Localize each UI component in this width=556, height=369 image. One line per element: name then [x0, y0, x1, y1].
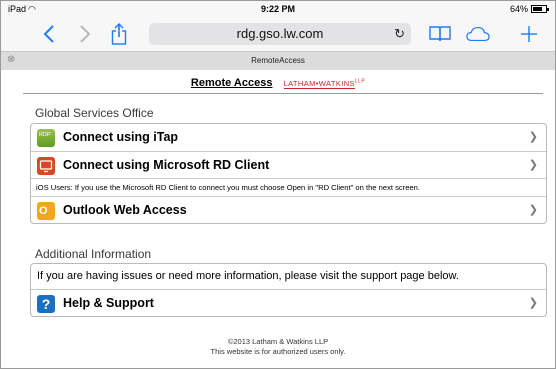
- info-row: If you are having issues or need more in…: [31, 264, 546, 289]
- brand-suffix: LLP: [354, 78, 366, 85]
- footer: ©2013 Latham & Watkins LLP This website …: [1, 337, 555, 357]
- footer-notice: This website is for authorized users onl…: [210, 347, 346, 356]
- list-item-help[interactable]: ? Help & Support ❯: [31, 289, 546, 316]
- list-item-rd-client[interactable]: Connect using Microsoft RD Client ❯: [31, 151, 546, 178]
- list-item-label: Connect using Microsoft RD Client: [63, 158, 270, 172]
- new-tab-icon[interactable]: [517, 22, 541, 46]
- header-divider: [23, 93, 543, 94]
- url-text: rdg.gso.lw.com: [236, 26, 324, 41]
- nav-row: rdg.gso.lw.com ↻: [1, 18, 555, 50]
- ios-note-row: iOS Users: If you use the Microsoft RD C…: [31, 178, 546, 196]
- section-title-additional: Additional Information: [35, 247, 152, 261]
- list-item-label: Help & Support: [63, 296, 154, 310]
- bookmarks-icon[interactable]: [428, 22, 452, 46]
- brand-logo: LATHAM•WATKINSLLP: [283, 78, 366, 89]
- global-services-list: RDP Connect using iTap ❯ Connect using M…: [30, 123, 547, 224]
- brand-name: LATHAM•WATKINS: [283, 79, 355, 89]
- battery-icon: [531, 5, 549, 13]
- chevron-right-icon: ❯: [528, 297, 538, 309]
- ipad-safari-screen: iPad ◠ 9:22 PM 64% rdg.gso.lw.com ↻ ⊗ Re…: [0, 0, 556, 369]
- reload-icon[interactable]: ↻: [394, 26, 405, 42]
- section-title-global: Global Services Office: [35, 106, 154, 120]
- rd-client-icon: [37, 157, 55, 175]
- list-item-label: Connect using iTap: [63, 130, 179, 144]
- back-icon[interactable]: [37, 22, 61, 46]
- share-icon[interactable]: [107, 22, 131, 46]
- web-page: Remote Access LATHAM•WATKINSLLP Global S…: [1, 71, 555, 368]
- ios-note-text: iOS Users: If you use the Microsoft RD C…: [36, 183, 420, 192]
- status-right: 64%: [509, 4, 549, 14]
- outlook-icon: O: [37, 202, 55, 220]
- list-item-outlook[interactable]: O Outlook Web Access ❯: [31, 196, 546, 223]
- forward-icon[interactable]: [73, 22, 97, 46]
- tab-bar: ⊗ RemoteAccess: [1, 51, 555, 70]
- status-bar: iPad ◠ 9:22 PM 64%: [1, 1, 555, 18]
- chevron-right-icon: ❯: [528, 159, 538, 171]
- additional-info-list: If you are having issues or need more in…: [30, 263, 547, 317]
- info-text: If you are having issues or need more in…: [37, 270, 459, 282]
- cloud-tabs-icon[interactable]: [466, 22, 490, 46]
- list-item-itap[interactable]: RDP Connect using iTap ❯: [31, 124, 546, 151]
- footer-copyright: ©2013 Latham & Watkins LLP: [227, 337, 329, 346]
- list-item-label: Outlook Web Access: [63, 203, 187, 217]
- help-icon: ?: [37, 295, 55, 313]
- page-header: Remote Access LATHAM•WATKINSLLP: [1, 77, 555, 89]
- tab-remoteaccess[interactable]: RemoteAccess: [1, 56, 555, 65]
- chevron-right-icon: ❯: [528, 131, 538, 143]
- url-bar[interactable]: rdg.gso.lw.com ↻: [149, 23, 411, 45]
- rdp-icon: RDP: [37, 129, 55, 147]
- battery-percent: 64%: [509, 4, 528, 14]
- status-time: 9:22 PM: [260, 4, 295, 14]
- browser-chrome: iPad ◠ 9:22 PM 64% rdg.gso.lw.com ↻ ⊗ Re…: [1, 1, 555, 70]
- chevron-right-icon: ❯: [528, 204, 538, 216]
- page-title: Remote Access: [190, 77, 273, 89]
